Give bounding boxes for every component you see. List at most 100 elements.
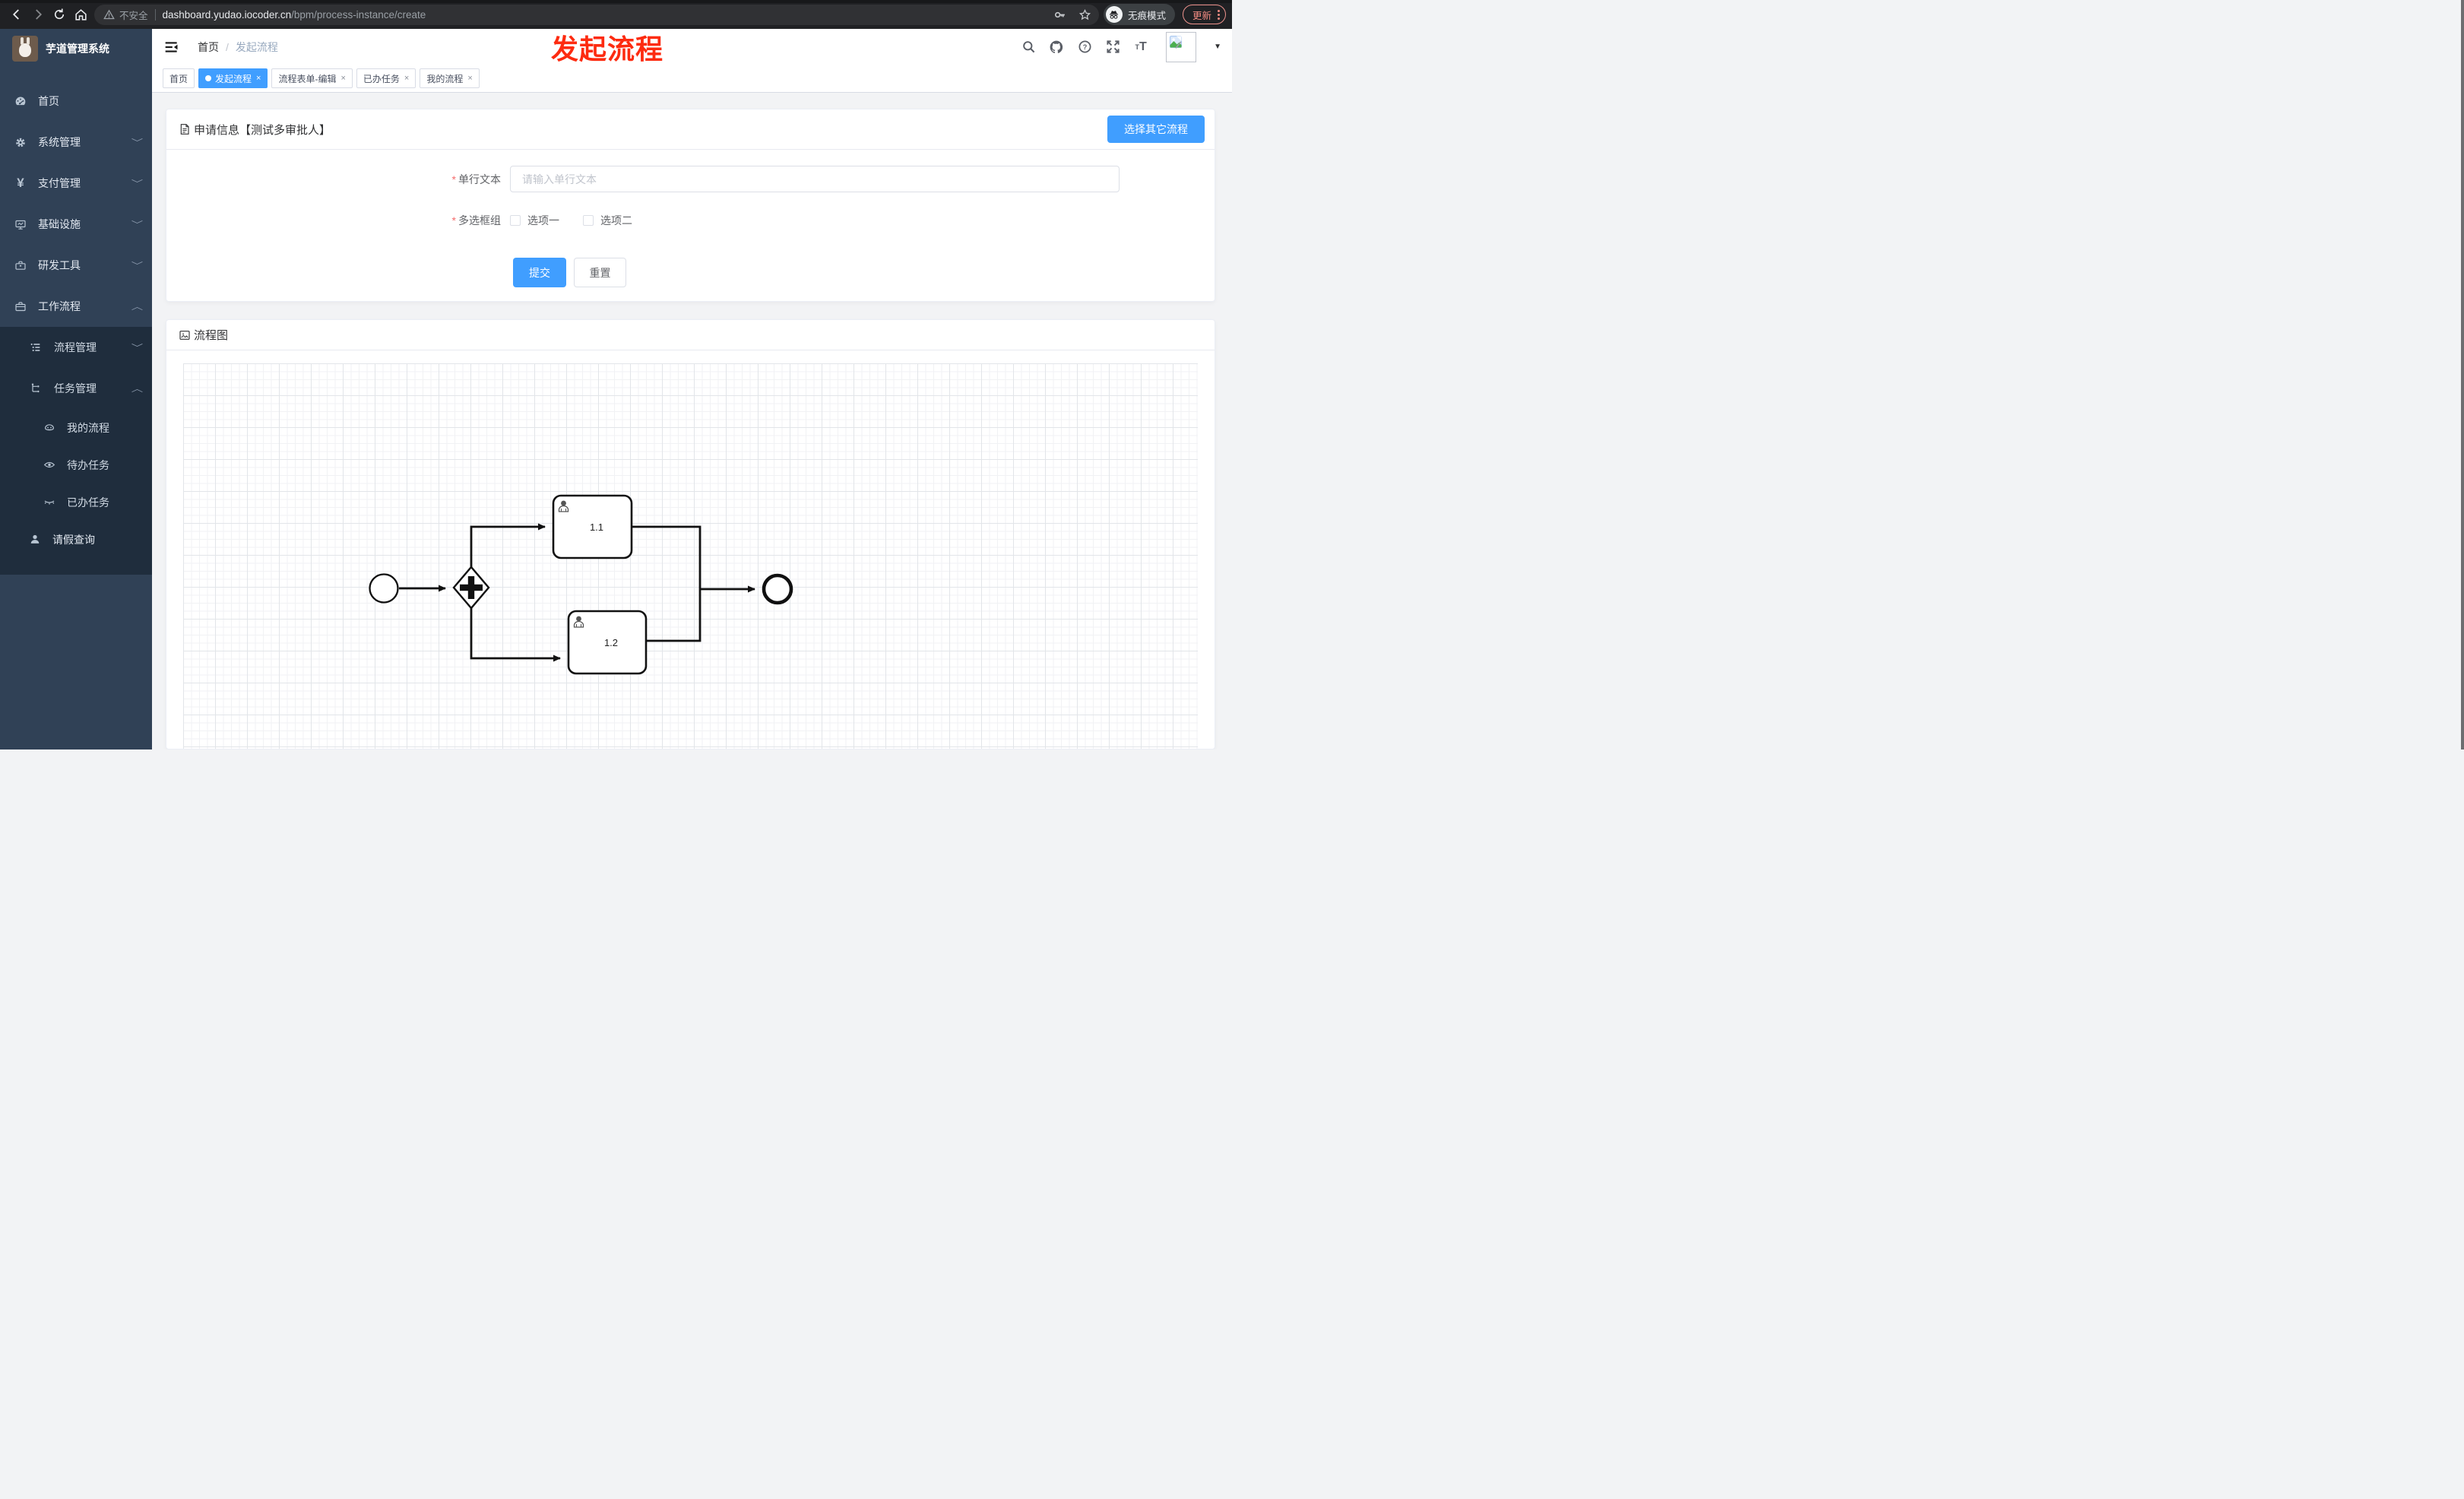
yen-icon: ¥: [17, 176, 24, 190]
browser-home-button[interactable]: [70, 4, 91, 25]
sidebar-item-label: 流程管理: [54, 341, 97, 353]
address-bar[interactable]: 不安全 dashboard.yudao.iocoder.cn/bpm/proce…: [94, 4, 1099, 25]
sidebar-item-workflow[interactable]: 工作流程 ︿: [0, 286, 152, 327]
github-icon[interactable]: [1049, 40, 1064, 55]
flow-gateway-to-task12: [470, 607, 561, 662]
checkbox-option-2[interactable]: 选项二: [583, 213, 632, 228]
breadcrumb-home[interactable]: 首页: [198, 40, 219, 55]
sidebar-collapse-button[interactable]: [164, 40, 179, 55]
sidebar-item-infra[interactable]: 基础设施 ﹀: [0, 204, 152, 245]
browser-back-button[interactable]: [6, 4, 27, 25]
not-secure-warning-icon: [103, 9, 115, 19]
broken-image-icon: [1170, 35, 1183, 49]
chevron-up-icon: ︿: [131, 303, 144, 312]
browser-update-button[interactable]: 更新: [1182, 5, 1226, 24]
user-icon: [29, 534, 41, 546]
back-icon: [12, 9, 19, 20]
required-asterisk: *: [451, 173, 456, 185]
tag-create-process[interactable]: 发起流程 ×: [198, 68, 268, 88]
sidebar-item-label: 待办任务: [67, 458, 109, 471]
robot-icon: [43, 422, 55, 434]
dashboard-icon: [14, 95, 27, 107]
close-icon[interactable]: ×: [404, 74, 409, 83]
sidebar-item-label: 已办任务: [67, 496, 109, 509]
tag-form-edit[interactable]: 流程表单-编辑 ×: [271, 68, 353, 88]
active-dot: [205, 75, 212, 81]
end-event[interactable]: [762, 573, 793, 605]
task-label: 1.2: [604, 637, 618, 648]
list-tree-icon: [30, 341, 42, 353]
chevron-down-icon: ﹀: [131, 220, 144, 230]
sidebar-item-label: 任务管理: [54, 382, 97, 395]
sidebar-item-label: 支付管理: [38, 177, 81, 189]
fullscreen-icon[interactable]: [1105, 40, 1120, 55]
switch-process-button[interactable]: 选择其它流程: [1107, 116, 1205, 143]
close-icon[interactable]: ×: [340, 74, 345, 83]
sidebar-item-process-mgmt[interactable]: 流程管理 ﹀: [0, 327, 152, 368]
required-asterisk: *: [451, 214, 456, 227]
sidebar-item-system[interactable]: 系统管理 ﹀: [0, 122, 152, 163]
checkbox-option-1[interactable]: 选项一: [510, 213, 583, 228]
chevron-down-icon: ﹀: [131, 138, 144, 147]
incognito-badge: 无痕模式: [1103, 4, 1175, 25]
bookmark-star-icon[interactable]: [1078, 8, 1091, 21]
apply-info-card: 申请信息【测试多审批人】 选择其它流程 *单行文本 *多选框组 选项一: [166, 109, 1215, 302]
update-label: 更新: [1192, 10, 1211, 21]
flow-gateway-to-task11: [470, 523, 546, 568]
workflow-submenu: 流程管理 ﹀ 任务管理 ︿ 我的流程 待办任务 已办任务 请假查询: [0, 327, 152, 575]
sidebar-item-label: 请假查询: [52, 533, 95, 546]
close-icon[interactable]: ×: [467, 74, 472, 83]
sidebar-item-task-mgmt[interactable]: 任务管理 ︿: [0, 368, 152, 409]
sidebar-item-todo-tasks[interactable]: 待办任务: [0, 446, 152, 483]
sidebar-item-leave-query[interactable]: 请假查询: [0, 521, 152, 558]
chevron-down-icon: ﹀: [131, 344, 144, 353]
sidebar-item-devtools[interactable]: 研发工具 ﹀: [0, 245, 152, 286]
document-icon: [180, 124, 189, 135]
reload-icon: [54, 8, 65, 20]
start-event[interactable]: [369, 573, 399, 604]
reset-button[interactable]: 重置: [574, 258, 626, 287]
tag-done-tasks[interactable]: 已办任务 ×: [356, 68, 416, 88]
browser-reload-button[interactable]: [49, 4, 70, 25]
font-size-icon[interactable]: TT: [1133, 40, 1148, 55]
chevron-down-icon: ﹀: [131, 179, 144, 189]
security-label[interactable]: 不安全: [119, 8, 148, 22]
sidebar-item-home[interactable]: 首页: [0, 81, 152, 122]
monitor-icon: [14, 218, 27, 230]
briefcase-icon: [14, 300, 27, 312]
sidebar-item-my-process[interactable]: 我的流程: [0, 409, 152, 446]
browser-forward-button[interactable]: [27, 4, 49, 25]
sidebar-logo[interactable]: 芋道管理系统: [0, 29, 152, 68]
text-field-label: * 单行文本: [451, 173, 501, 185]
url-text[interactable]: dashboard.yudao.iocoder.cn/bpm/process-i…: [163, 9, 1053, 21]
sidebar-item-payment[interactable]: ¥ 支付管理 ﹀: [0, 163, 152, 204]
password-key-icon[interactable]: [1053, 8, 1066, 21]
avatar[interactable]: [1166, 31, 1197, 62]
single-line-text-input[interactable]: [510, 166, 1120, 192]
help-icon[interactable]: ?: [1077, 40, 1092, 55]
breadcrumb-separator: /: [226, 40, 229, 53]
checkbox-group-row: * 多选框组 选项一 选项二: [166, 213, 632, 228]
checkbox-icon[interactable]: [583, 215, 594, 226]
submit-button[interactable]: 提交: [513, 258, 566, 287]
bpmn-canvas[interactable]: 1.1 1.2: [183, 363, 1198, 749]
card-title: 申请信息【测试多审批人】: [179, 122, 331, 138]
tag-home[interactable]: 首页: [163, 68, 195, 88]
incognito-icon: [1105, 6, 1123, 23]
logo-avatar: [12, 36, 38, 62]
close-icon[interactable]: ×: [256, 74, 261, 83]
sidebar-item-label: 我的流程: [67, 421, 109, 434]
sidebar-item-done-tasks[interactable]: 已办任务: [0, 483, 152, 521]
browser-menu-icon[interactable]: [1218, 9, 1220, 20]
sidebar: 芋道管理系统 首页 系统管理 ﹀ ¥ 支付管理 ﹀ 基础设施 ﹀ 研发工具 ﹀ …: [0, 29, 152, 750]
search-icon[interactable]: [1021, 40, 1036, 55]
url-path: /bpm/process-instance/create: [291, 8, 426, 21]
eye-icon: [43, 459, 55, 471]
eye-closed-icon: [43, 496, 55, 509]
caret-down-icon[interactable]: ▼: [1214, 43, 1221, 51]
checkbox-icon[interactable]: [510, 215, 521, 226]
tag-my-process[interactable]: 我的流程 ×: [420, 68, 480, 88]
gateway-plus-icon: [467, 576, 475, 599]
sidebar-item-label: 系统管理: [38, 136, 81, 148]
main-content: 申请信息【测试多审批人】 选择其它流程 *单行文本 *多选框组 选项一: [152, 93, 1232, 750]
